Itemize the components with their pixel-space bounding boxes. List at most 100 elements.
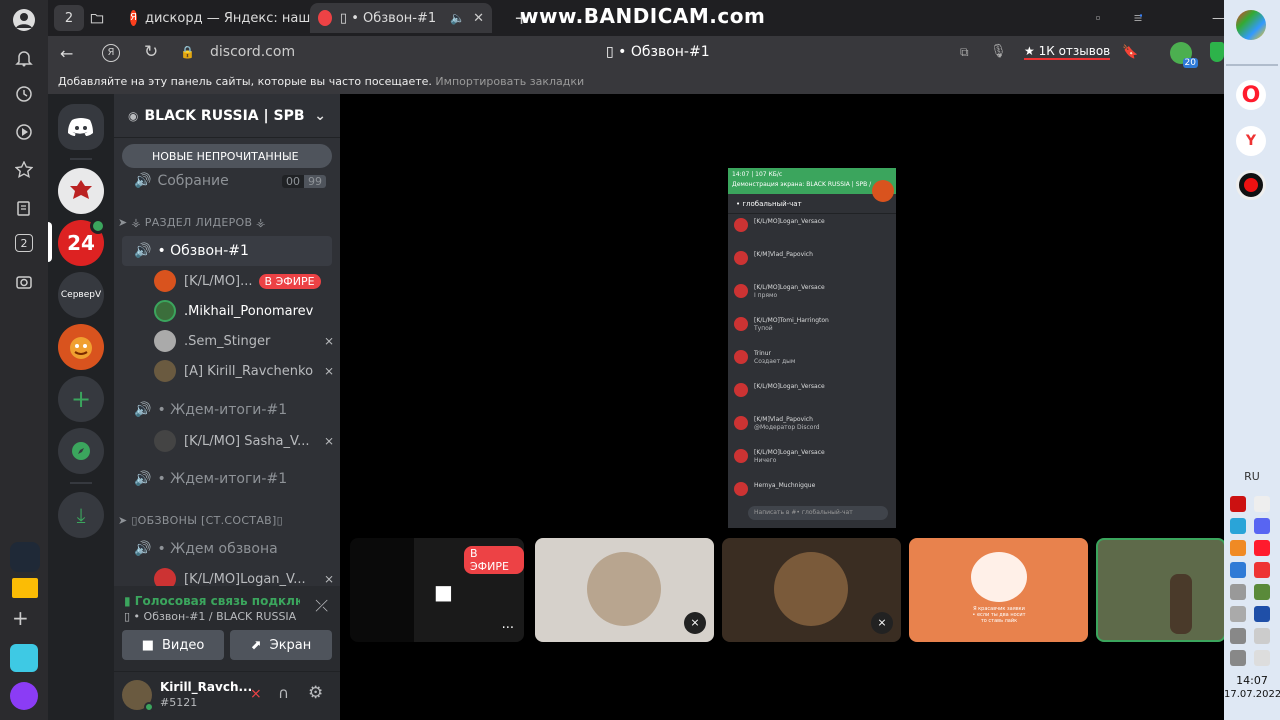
reload-icon[interactable]: ↻ <box>144 42 158 62</box>
voice-channel-link[interactable]: ▯ • Обзвон-#1 / BLACK RUSSIA ... <box>124 610 300 623</box>
tray-telegram-icon[interactable] <box>1230 518 1246 534</box>
screen-share-stream[interactable]: 14:07 | 107 КБ/с Демонстрация экрана: BL… <box>728 168 896 528</box>
reviews-link[interactable]: ★ 1К отзывов <box>1024 44 1111 60</box>
tile-participant-speaking[interactable] <box>1096 538 1226 642</box>
channel-zhdem-obzvona[interactable]: 🔊 • Ждем обзвона <box>122 534 332 564</box>
tray-discord-icon[interactable] <box>1254 518 1270 534</box>
tile-participant[interactable]: ⨯ <box>535 538 714 642</box>
collections-icon[interactable] <box>12 196 36 220</box>
category-obzvony[interactable]: ➤ ▯ОБЗВОНЫ [СТ.СОСТАВ]▯ <box>118 514 283 527</box>
stream-message-body: [K/L/MO]Logan_Versace <box>754 383 825 391</box>
translate-icon[interactable]: ⧉ <box>960 45 969 60</box>
close-tab-icon[interactable]: ✕ <box>473 11 484 26</box>
tab-manager-icon[interactable] <box>1088 3 1108 33</box>
clock-date[interactable]: 17.07.2022 <box>1224 689 1280 700</box>
voice-user[interactable]: [A] Kirill_Ravchenko ⨯ <box>154 357 334 385</box>
tray-arrow-icon[interactable] <box>1254 650 1270 666</box>
tray-nvidia-icon[interactable] <box>1254 584 1270 600</box>
start-icon[interactable] <box>1236 10 1266 40</box>
tile-participant[interactable]: Я красавчик заявки • если ты два носит т… <box>909 538 1088 642</box>
speaker-icon[interactable]: 🔈 <box>450 11 465 25</box>
voice-user[interactable]: .Mikhail_Ponomarev <box>154 297 334 325</box>
opera-icon[interactable]: O <box>1236 80 1266 110</box>
download-apps-icon[interactable]: ⤓ <box>58 492 104 538</box>
menu-icon[interactable] <box>1126 3 1150 33</box>
play-icon[interactable] <box>12 120 36 144</box>
alice-app-icon[interactable] <box>10 542 40 572</box>
tray-flag-icon[interactable] <box>1254 628 1270 644</box>
user-name: Kirill_Ravch... <box>160 680 253 694</box>
extension-icon[interactable]: 20 <box>1170 42 1198 68</box>
messenger-icon[interactable] <box>10 644 38 672</box>
voice-user[interactable]: [K/L/MO]... В ЭФИРЕ <box>154 267 334 295</box>
disconnect-icon[interactable]: ⤫ <box>315 596 328 616</box>
voice-user[interactable]: .Sem_Stinger ⨯ <box>154 327 334 355</box>
server-avatar-icon[interactable] <box>58 324 104 370</box>
profile-icon[interactable] <box>12 8 36 32</box>
yandex-browser-icon[interactable]: Y <box>1236 126 1266 156</box>
tray-steam-icon[interactable] <box>1230 562 1246 578</box>
channel-zhdem-itogi-1[interactable]: 🔊 • Ждем-итоги-#1 <box>122 395 332 425</box>
import-bookmarks-link[interactable]: Импортировать закладки <box>435 75 584 88</box>
url-text[interactable]: discord.com <box>210 44 295 60</box>
server-header[interactable]: ◉ BLACK RUSSIA | SPB ⌄ <box>114 94 340 138</box>
add-server-icon[interactable]: + <box>58 376 104 422</box>
tray-white-icon[interactable] <box>1254 496 1270 512</box>
voice-user[interactable]: [K/L/MO] Sasha_V... ⨯ <box>154 427 334 455</box>
discord-home-icon[interactable] <box>58 104 104 150</box>
mail-icon[interactable] <box>12 578 38 598</box>
bookmark-icon[interactable]: 🔖 <box>1122 45 1138 60</box>
language-indicator[interactable]: RU <box>1224 470 1280 483</box>
screen-share-button[interactable]: ⬈ Экран <box>230 630 332 660</box>
mic-icon[interactable]: 🎙 <box>990 44 1007 59</box>
tabs-count-icon[interactable]: 2 <box>15 234 33 252</box>
tray-volume-icon[interactable] <box>1230 628 1246 644</box>
video-button[interactable]: ■ Видео <box>122 630 224 660</box>
tray-wifi-icon[interactable] <box>1230 606 1246 622</box>
back-icon[interactable]: ← <box>60 44 73 63</box>
settings-gear-icon[interactable]: ⚙ <box>308 683 323 703</box>
tray-yandex-icon[interactable] <box>1254 562 1270 578</box>
headphones-icon[interactable]: ∩ <box>278 684 289 702</box>
tab-discord[interactable]: ▯ • Обзвон-#1 🔈 ✕ <box>310 3 492 33</box>
avatar[interactable] <box>122 680 154 712</box>
tab-group-icon[interactable] <box>82 3 112 33</box>
extension-badge: 20 <box>1182 58 1198 68</box>
tray-app-icon[interactable] <box>1230 540 1246 556</box>
server-24[interactable]: 24 <box>58 218 106 266</box>
channel-sobranie[interactable]: 🔊 Собрание 00 99 <box>122 166 332 196</box>
stream-message-author: [K/L/MO]Logan_Versace <box>754 218 825 225</box>
screenshot-icon[interactable] <box>12 270 36 294</box>
mute-mic-icon[interactable]: ⨯ <box>250 686 262 702</box>
more-options-icon[interactable]: ... <box>502 617 514 632</box>
add-panel-icon[interactable]: + <box>12 606 29 630</box>
alice-icon[interactable] <box>10 682 38 710</box>
server-serverv[interactable]: СерверV <box>58 272 104 318</box>
tray-bluetooth-icon[interactable] <box>1254 606 1270 622</box>
history-icon[interactable] <box>12 82 36 106</box>
category-leaders[interactable]: ➤ ⚶ РАЗДЕЛ ЛИДЕРОВ ⚶ <box>118 216 266 229</box>
tray-speaker-icon[interactable] <box>1230 650 1246 666</box>
tab-yandex[interactable]: Я дискорд — Яндекс: нашло <box>122 3 332 33</box>
tabs-counter[interactable]: 2 <box>54 5 84 31</box>
stream-message-text: Тупой <box>754 325 773 332</box>
tile-stream[interactable]: В ЭФИРЕ ■ ... <box>350 538 524 642</box>
record-icon[interactable] <box>1236 170 1266 200</box>
clock-time[interactable]: 14:07 <box>1224 674 1280 687</box>
yandex-home-icon[interactable]: Я <box>102 44 120 62</box>
tray-network-icon[interactable] <box>1230 584 1246 600</box>
tray-opera-icon[interactable] <box>1254 540 1270 556</box>
tray-record-icon[interactable] <box>1230 496 1246 512</box>
voice-status[interactable]: ▮ Голосовая связь подключе <box>124 594 300 608</box>
new-unread-pill[interactable]: НОВЫЕ НЕПРОЧИТАННЫЕ <box>122 144 332 168</box>
tile-participant[interactable]: ⨯ <box>722 538 901 642</box>
minimize-icon[interactable]: — <box>1204 3 1224 33</box>
channel-obzvon[interactable]: 🔊 • Обзвон-#1 <box>122 236 332 266</box>
lock-icon[interactable]: 🔒 <box>180 45 195 59</box>
star-icon[interactable] <box>12 158 36 182</box>
channel-zhdem-itogi-2[interactable]: 🔊 • Ждем-итоги-#1 <box>122 464 332 494</box>
bell-icon[interactable] <box>12 46 36 70</box>
explore-servers-icon[interactable] <box>58 428 104 474</box>
server-emblem-icon[interactable] <box>58 168 104 214</box>
shield-icon[interactable] <box>1210 42 1224 62</box>
